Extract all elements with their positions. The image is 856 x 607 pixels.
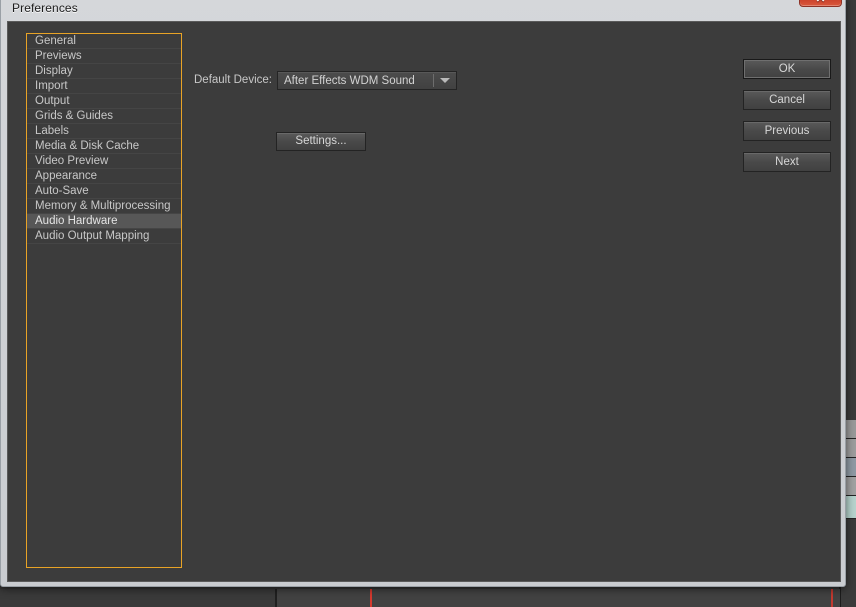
screen: Preferences ✕ General Previews Display I… bbox=[0, 0, 856, 607]
background-timeline-left bbox=[0, 589, 275, 607]
sidebar-item-previews[interactable]: Previews bbox=[27, 49, 181, 64]
background-playhead bbox=[370, 589, 372, 607]
chevron-down-icon bbox=[440, 78, 450, 83]
default-device-value: After Effects WDM Sound bbox=[284, 74, 415, 87]
sidebar-item-video-preview[interactable]: Video Preview bbox=[27, 154, 181, 169]
preferences-dialog: Preferences ✕ General Previews Display I… bbox=[0, 0, 846, 587]
next-button[interactable]: Next bbox=[743, 152, 831, 172]
close-icon: ✕ bbox=[800, 0, 841, 4]
dialog-body: General Previews Display Import Output G… bbox=[7, 21, 841, 582]
sidebar-item-media-and-disk-cache[interactable]: Media & Disk Cache bbox=[27, 139, 181, 154]
ok-button[interactable]: OK bbox=[743, 59, 831, 79]
sidebar-item-appearance[interactable]: Appearance bbox=[27, 169, 181, 184]
sidebar-item-auto-save[interactable]: Auto-Save bbox=[27, 184, 181, 199]
sidebar-item-audio-output-mapping[interactable]: Audio Output Mapping bbox=[27, 229, 181, 244]
sidebar-item-audio-hardware[interactable]: Audio Hardware bbox=[27, 214, 181, 229]
background-timeline-track bbox=[277, 589, 840, 607]
sidebar-item-labels[interactable]: Labels bbox=[27, 124, 181, 139]
default-device-label: Default Device: bbox=[194, 74, 272, 86]
category-list[interactable]: General Previews Display Import Output G… bbox=[26, 33, 182, 568]
dialog-titlebar[interactable]: Preferences ✕ bbox=[1, 0, 845, 21]
sidebar-item-output[interactable]: Output bbox=[27, 94, 181, 109]
sidebar-item-memory-and-multiprocessing[interactable]: Memory & Multiprocessing bbox=[27, 199, 181, 214]
sidebar-item-grids-and-guides[interactable]: Grids & Guides bbox=[27, 109, 181, 124]
previous-button[interactable]: Previous bbox=[743, 121, 831, 141]
settings-button[interactable]: Settings... bbox=[276, 132, 366, 151]
default-device-dropdown[interactable]: After Effects WDM Sound bbox=[277, 71, 457, 90]
close-button[interactable]: ✕ bbox=[799, 0, 842, 7]
sidebar-item-display[interactable]: Display bbox=[27, 64, 181, 79]
cancel-button[interactable]: Cancel bbox=[743, 90, 831, 110]
sidebar-item-import[interactable]: Import bbox=[27, 79, 181, 94]
sidebar-item-general[interactable]: General bbox=[27, 34, 181, 49]
dialog-title: Preferences bbox=[12, 1, 78, 15]
dropdown-separator bbox=[433, 74, 434, 87]
background-playhead-secondary bbox=[831, 589, 833, 607]
